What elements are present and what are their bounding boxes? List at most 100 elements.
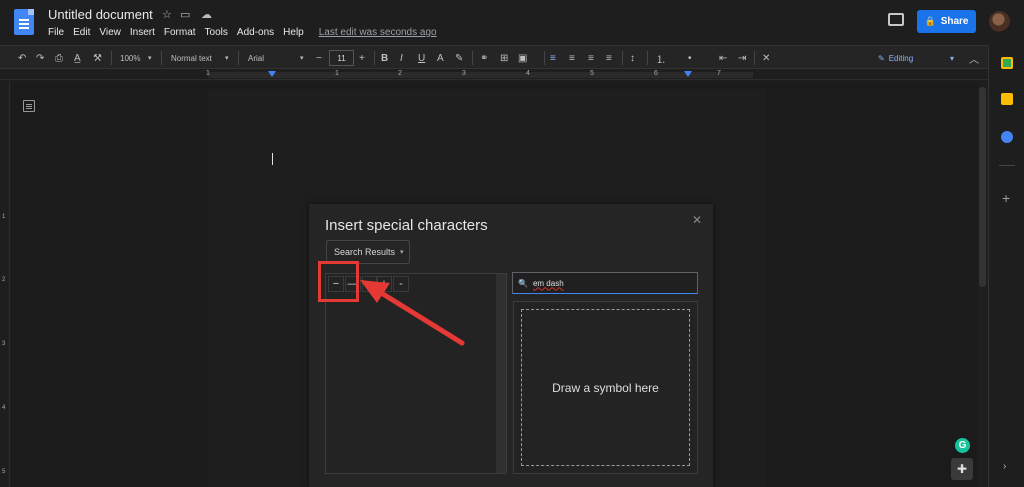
add-addon-icon[interactable]: +: [1002, 190, 1010, 206]
vertical-ruler: 1 2 3 4 5: [0, 81, 10, 487]
results-scrollbar[interactable]: [496, 274, 506, 473]
scrollbar-thumb[interactable]: [979, 87, 986, 287]
chevron-right-icon[interactable]: ›: [1003, 461, 1006, 472]
right-indent-marker[interactable]: [684, 71, 692, 77]
text-color-icon[interactable]: A: [437, 50, 444, 66]
add-comment-icon[interactable]: ⊞: [500, 50, 508, 66]
increase-indent-icon[interactable]: ⇥: [738, 50, 746, 66]
align-right-icon[interactable]: ≡: [588, 50, 594, 66]
decrease-indent-icon[interactable]: ⇤: [719, 50, 727, 66]
menu-bar: File Edit View Insert Format Tools Add-o…: [48, 27, 437, 38]
avatar[interactable]: [989, 11, 1010, 32]
lock-icon: 🔒: [924, 16, 936, 26]
align-center-icon[interactable]: ≡: [569, 50, 575, 66]
increase-font-size-icon[interactable]: +: [359, 50, 365, 66]
horizontal-ruler: 1 1 2 3 4 5 6 7: [0, 70, 988, 80]
menu-view[interactable]: View: [99, 27, 121, 38]
annotation-highlight-box: [318, 261, 359, 302]
chevron-down-icon: ▾: [225, 55, 229, 62]
print-icon[interactable]: ⎙: [55, 50, 63, 66]
text-cursor: [272, 153, 273, 165]
search-input[interactable]: 🔍 em dash: [512, 272, 698, 294]
menu-help[interactable]: Help: [283, 27, 304, 38]
ruler-label: 1: [206, 70, 210, 77]
image-icon[interactable]: ▣: [518, 50, 527, 66]
menu-tools[interactable]: Tools: [205, 27, 228, 38]
menu-edit[interactable]: Edit: [73, 27, 90, 38]
font-select[interactable]: Arial: [248, 50, 264, 66]
draw-canvas[interactable]: Draw a symbol here: [521, 309, 690, 466]
clear-formatting-icon[interactable]: ✕: [762, 50, 770, 66]
ruler-label: 1: [2, 214, 6, 220]
numbered-list-icon[interactable]: ⒈: [656, 50, 666, 66]
results-grid: − — + -: [325, 273, 507, 474]
collapse-menus-icon[interactable]: ︿: [969, 50, 979, 66]
link-icon[interactable]: ⚭: [480, 50, 488, 66]
explore-button[interactable]: ✚: [951, 458, 973, 480]
side-panel: + ›: [988, 45, 1024, 487]
folder-icon[interactable]: ▭: [180, 8, 190, 21]
menu-file[interactable]: File: [48, 27, 64, 38]
ruler-label: 5: [2, 469, 6, 475]
ruler-label: 2: [2, 277, 6, 283]
document-outline-icon[interactable]: [23, 100, 35, 112]
spellcheck-icon[interactable]: A̲: [74, 50, 81, 66]
menu-addons[interactable]: Add-ons: [237, 27, 274, 38]
chevron-down-icon: ▾: [949, 53, 954, 63]
menu-insert[interactable]: Insert: [130, 27, 155, 38]
zoom-select[interactable]: 100%: [120, 50, 140, 66]
chevron-down-icon: ▾: [400, 249, 404, 256]
chevron-down-icon: ▾: [300, 55, 304, 62]
ruler-label: 7: [717, 70, 721, 77]
undo-icon[interactable]: ↶: [18, 50, 26, 66]
ruler-label: 3: [462, 70, 466, 77]
vertical-scrollbar[interactable]: [977, 81, 988, 487]
comment-icon[interactable]: [888, 13, 904, 26]
bold-icon[interactable]: B: [381, 50, 388, 66]
ruler-label: 4: [2, 405, 6, 411]
star-icon[interactable]: ☆: [162, 8, 172, 21]
share-label: Share: [940, 16, 969, 27]
editing-mode-select[interactable]: ✎ Editing ▾: [874, 50, 958, 66]
document-title[interactable]: Untitled document: [48, 7, 153, 22]
keep-icon[interactable]: [1001, 93, 1013, 105]
ruler-label: 6: [654, 70, 658, 77]
pencil-icon: ✎: [878, 53, 885, 63]
draw-panel: Draw a symbol here: [513, 301, 698, 474]
underline-icon[interactable]: U: [418, 50, 425, 66]
close-icon[interactable]: ✕: [692, 213, 702, 227]
paint-format-icon[interactable]: ⚒: [93, 50, 102, 66]
line-spacing-icon[interactable]: ↕: [630, 50, 635, 66]
dialog-title: Insert special characters: [325, 217, 488, 234]
docs-logo-icon[interactable]: [14, 9, 34, 35]
calendar-icon[interactable]: [1001, 57, 1013, 69]
italic-icon[interactable]: I: [400, 50, 403, 66]
char-hyphen[interactable]: -: [393, 276, 409, 292]
ruler-label: 5: [590, 70, 594, 77]
toolbar: ↶ ↷ ⎙ A̲ ⚒ 100% ▾ Normal text ▾ Arial ▾ …: [0, 45, 988, 69]
font-size-input[interactable]: 11: [329, 50, 354, 66]
highlight-icon[interactable]: ✎: [455, 50, 463, 66]
explore-icon: ✚: [956, 462, 968, 476]
justify-icon[interactable]: ≡: [606, 50, 612, 66]
chevron-down-icon: ▾: [148, 55, 152, 62]
bulleted-list-icon[interactable]: •: [688, 50, 692, 66]
share-button[interactable]: 🔒 Share: [917, 10, 976, 33]
indent-marker[interactable]: [268, 71, 276, 77]
style-select[interactable]: Normal text: [171, 50, 212, 66]
last-edit-link[interactable]: Last edit was seconds ago: [319, 27, 437, 38]
align-left-icon[interactable]: ≡: [550, 50, 556, 66]
search-icon: 🔍: [518, 278, 528, 288]
char-plus[interactable]: +: [376, 276, 392, 292]
cloud-icon[interactable]: ☁: [201, 8, 212, 21]
menu-format[interactable]: Format: [164, 27, 196, 38]
insert-special-characters-dialog: Insert special characters ✕ Search Resul…: [309, 204, 713, 487]
decrease-font-size-icon[interactable]: −: [316, 50, 322, 66]
ruler-label: 2: [398, 70, 402, 77]
draw-hint: Draw a symbol here: [552, 380, 659, 395]
divider: [999, 165, 1015, 166]
grammarly-icon[interactable]: G: [955, 438, 970, 453]
redo-icon[interactable]: ↷: [36, 50, 44, 66]
tasks-icon[interactable]: [1001, 131, 1013, 143]
ruler-label: 3: [2, 341, 6, 347]
